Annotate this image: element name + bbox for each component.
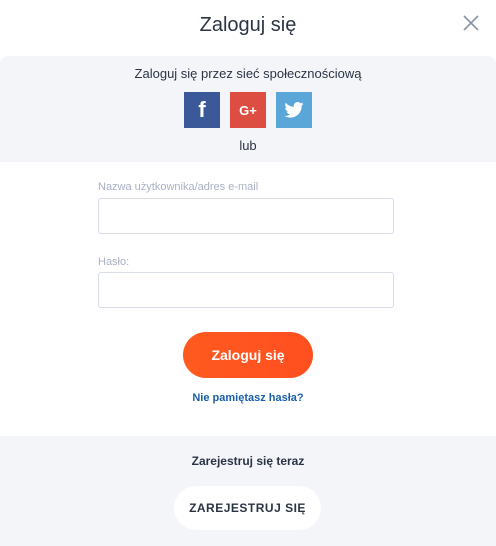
forgot-password-link[interactable]: Nie pamiętasz hasła? xyxy=(0,392,496,404)
close-icon xyxy=(463,15,479,31)
or-separator: lub xyxy=(239,138,257,153)
register-title: Zarejestruj się teraz xyxy=(191,454,305,468)
modal-title: Zaloguj się xyxy=(199,14,297,36)
password-label: Hasło: xyxy=(98,256,130,268)
register-button[interactable]: ZAREJESTRUJ SIĘ xyxy=(174,486,321,530)
login-modal: Zaloguj się Zaloguj się przez sieć społe… xyxy=(0,0,496,546)
social-login-title: Zaloguj się przez sieć społecznościową xyxy=(134,66,362,81)
password-input[interactable] xyxy=(98,272,394,308)
modal-header: Zaloguj się xyxy=(0,0,496,56)
facebook-icon: f xyxy=(198,97,206,122)
google-plus-icon: G+ xyxy=(239,102,257,118)
social-buttons: f G+ xyxy=(184,92,312,128)
login-form: Nazwa użytkownika/adres e-mail Hasło: Za… xyxy=(0,162,496,436)
twitter-icon xyxy=(284,102,304,118)
username-input[interactable] xyxy=(98,198,394,234)
facebook-button[interactable]: f xyxy=(184,92,220,128)
google-plus-button[interactable]: G+ xyxy=(230,92,266,128)
login-button[interactable]: Zaloguj się xyxy=(183,332,313,378)
register-panel: Zarejestruj się teraz ZAREJESTRUJ SIĘ xyxy=(0,436,496,546)
username-label: Nazwa użytkownika/adres e-mail xyxy=(98,181,259,193)
twitter-button[interactable] xyxy=(276,92,312,128)
close-button[interactable] xyxy=(462,14,480,32)
social-login-panel: Zaloguj się przez sieć społecznościową f… xyxy=(0,56,496,162)
